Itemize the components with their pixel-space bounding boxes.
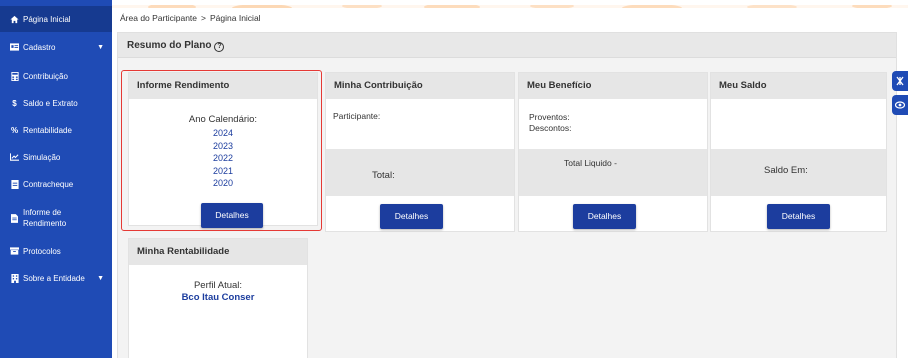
file-icon	[10, 213, 19, 223]
card-title: Minha Rentabilidade	[129, 239, 307, 265]
sidebar-item-label: Simulação	[23, 152, 61, 162]
breadcrumb: Área do Participante > Página Inicial	[120, 13, 261, 23]
sidebar-item-sobre-entidade[interactable]: Sobre a Entidade ▼	[0, 265, 112, 291]
sidebar-item-rentabilidade[interactable]: % Rentabilidade	[0, 117, 112, 143]
card-meu-saldo: Meu Saldo Saldo Em: Detalhes	[710, 72, 887, 232]
total-liquido-band	[519, 149, 707, 196]
panel-title: Resumo do Plano	[127, 40, 212, 51]
card-minha-contribuicao: Minha Contribuição Participante: Total: …	[325, 72, 515, 232]
year-list: 2024 2023 2022 2021 2020	[129, 127, 317, 190]
perfil-atual-value: Bco Itau Conser	[181, 292, 255, 303]
panel-header: Resumo do Plano?	[118, 33, 896, 58]
building-icon	[10, 273, 19, 283]
sidebar-item-label: Informe de Rendimento	[23, 208, 67, 228]
total-band	[326, 149, 514, 196]
money-icon	[10, 179, 19, 189]
card-title: Meu Benefício	[519, 73, 707, 99]
descontos-label: Descontos:	[529, 123, 572, 133]
sidebar-item-label: Página Inicial	[23, 14, 71, 24]
sidebar-item-label: Contracheque	[23, 179, 74, 189]
proventos-label: Proventos:	[529, 112, 570, 122]
decorative-header-band	[112, 0, 908, 8]
percent-icon: %	[10, 125, 19, 135]
sidebar-item-label: Saldo e Extrato	[23, 98, 78, 108]
sidebar-item-label: Rentabilidade	[23, 125, 72, 135]
help-icon[interactable]: ?	[214, 42, 225, 52]
home-icon	[10, 15, 19, 24]
breadcrumb-parent[interactable]: Área do Participante	[120, 13, 197, 23]
participante-label: Participante:	[333, 111, 381, 121]
chart-line-icon	[10, 153, 19, 162]
caret-down-icon: ▼	[97, 274, 104, 282]
sidebar-item-contribuicao[interactable]: Contribuição	[0, 63, 112, 89]
card-title: Informe Rendimento	[129, 73, 317, 99]
total-liquido-label: Total Liquido -	[564, 158, 617, 168]
id-card-icon	[10, 43, 19, 52]
saldo-em-label: Saldo Em:	[764, 165, 808, 176]
year-link[interactable]: 2022	[129, 152, 317, 165]
accessibility-icon[interactable]	[892, 71, 908, 91]
sidebar-item-label: Sobre a Entidade	[23, 273, 85, 283]
saldo-detalhes-button[interactable]: Detalhes	[767, 204, 830, 229]
eye-icon[interactable]	[892, 95, 908, 115]
sidebar-item-informe-rendimento[interactable]: Informe de Rendimento	[0, 201, 112, 235]
sidebar-item-contracheque[interactable]: Contracheque	[0, 171, 112, 197]
contribuicao-detalhes-button[interactable]: Detalhes	[380, 204, 443, 229]
breadcrumb-current: Página Inicial	[210, 13, 261, 23]
calculator-icon	[10, 71, 19, 81]
sidebar-item-label: Contribuição	[23, 71, 68, 81]
perfil-atual-label: Perfil Atual:	[193, 280, 243, 291]
sidebar-item-label: Protocolos	[23, 246, 61, 256]
sidebar-item-pagina-inicial[interactable]: Página Inicial	[0, 6, 112, 32]
year-link[interactable]: 2021	[129, 165, 317, 178]
card-minha-rentabilidade: Minha Rentabilidade Perfil Atual: Bco It…	[128, 238, 308, 358]
sidebar-item-saldo-extrato[interactable]: $ Saldo e Extrato	[0, 90, 112, 116]
beneficio-detalhes-button[interactable]: Detalhes	[573, 204, 636, 229]
informe-detalhes-button[interactable]: Detalhes	[201, 203, 263, 228]
sidebar-item-cadastro[interactable]: Cadastro ▼	[0, 34, 112, 60]
card-meu-beneficio: Meu Benefício Proventos: Descontos: Tota…	[518, 72, 708, 232]
card-title: Meu Saldo	[711, 73, 886, 99]
breadcrumb-separator: >	[201, 13, 206, 23]
sidebar: Página Inicial Cadastro ▼ Contribuição $…	[0, 0, 112, 358]
card-informe-rendimento: Informe Rendimento Ano Calendário: 2024 …	[128, 72, 318, 228]
archive-icon	[10, 247, 19, 256]
year-link[interactable]: 2020	[129, 177, 317, 190]
resumo-panel: Resumo do Plano? Informe Rendimento Ano …	[117, 32, 897, 358]
sidebar-item-protocolos[interactable]: Protocolos	[0, 238, 112, 264]
sidebar-item-simulacao[interactable]: Simulação	[0, 144, 112, 170]
ano-calendario-label: Ano Calendário:	[188, 114, 258, 125]
sidebar-item-label: Cadastro	[23, 42, 56, 52]
total-label: Total:	[372, 170, 395, 181]
dollar-icon: $	[12, 98, 17, 108]
year-link[interactable]: 2024	[129, 127, 317, 140]
caret-down-icon: ▼	[97, 43, 104, 51]
year-link[interactable]: 2023	[129, 140, 317, 153]
card-title: Minha Contribuição	[326, 73, 514, 99]
